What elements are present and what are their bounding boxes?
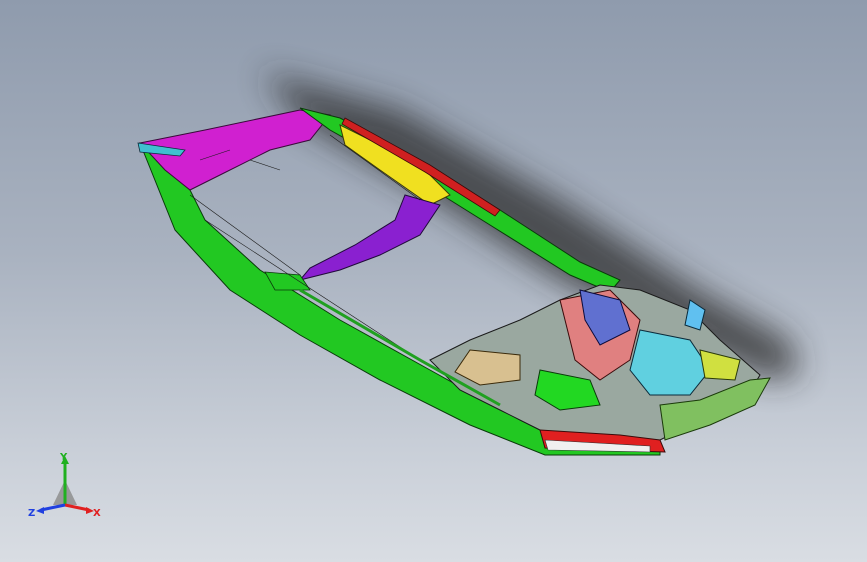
graphics-viewport[interactable]: Y X Z (0, 0, 867, 562)
x-axis-arrow-icon (64, 503, 90, 512)
x-axis-label: X (93, 508, 101, 519)
z-axis-arrow-icon (40, 503, 66, 512)
y-axis-label: Y (59, 452, 68, 463)
coordinate-triad-icon: Y X Z (28, 452, 101, 519)
car-body-floor-assembly-icon[interactable] (0, 0, 867, 562)
z-axis-label: Z (28, 508, 35, 519)
